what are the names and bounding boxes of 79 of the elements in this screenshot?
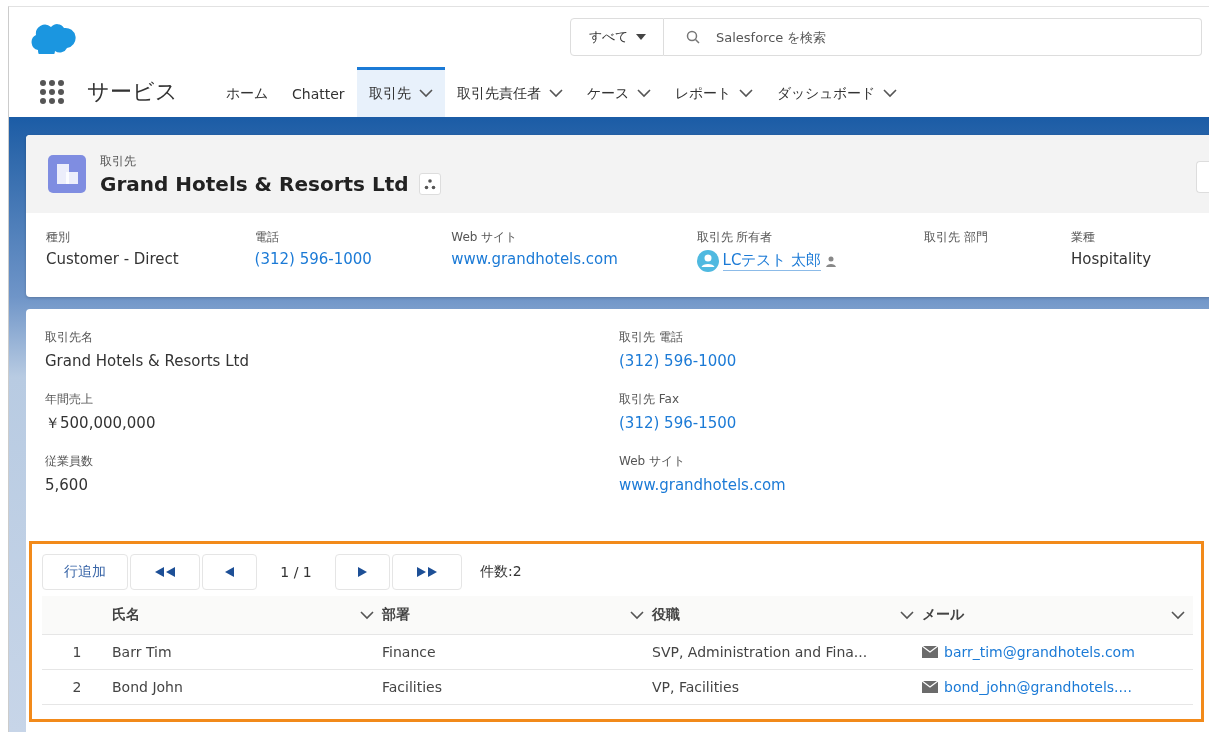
hierarchy-button[interactable] bbox=[418, 172, 441, 195]
field-label: 取引先 電話 bbox=[619, 329, 684, 346]
column-header: 部署 bbox=[382, 606, 410, 624]
email-link[interactable]: bond_john@grandhotels.... bbox=[944, 679, 1132, 695]
search-icon bbox=[686, 30, 700, 44]
field-label: 取引先 所有者 bbox=[696, 229, 774, 246]
app-launcher-icon[interactable] bbox=[39, 79, 65, 105]
record-count: 件数:2 bbox=[480, 563, 522, 581]
chevron-down-icon[interactable] bbox=[882, 89, 897, 98]
record-title: Grand Hotels & Resorts Ltd bbox=[100, 171, 409, 196]
app-name: サービス bbox=[87, 78, 178, 106]
next-page-button[interactable] bbox=[335, 554, 390, 590]
chevron-down-icon[interactable] bbox=[738, 89, 753, 98]
field-label: Web サイト bbox=[619, 453, 686, 470]
nav-tab[interactable]: 取引先責任者 bbox=[444, 67, 575, 117]
hierarchy-icon bbox=[423, 177, 436, 190]
title-cell-text: VP, Facilities bbox=[652, 679, 740, 695]
field-label: 電話 bbox=[254, 229, 280, 246]
first-page-button[interactable] bbox=[130, 554, 200, 590]
field-link[interactable]: (312) 596-1000 bbox=[254, 250, 452, 268]
chevron-down-icon[interactable] bbox=[360, 610, 374, 620]
field-link[interactable]: (312) 596-1000 bbox=[619, 352, 1209, 370]
field-link[interactable]: www.grandhotels.com bbox=[451, 250, 697, 268]
field-label: 従業員数 bbox=[45, 453, 94, 470]
envelope-icon bbox=[922, 681, 938, 693]
department-cell-text: Facilities bbox=[382, 679, 443, 695]
chevron-down-icon[interactable] bbox=[418, 89, 433, 98]
search-field[interactable]: Salesforce を検索 bbox=[664, 18, 1202, 56]
add-row-button[interactable]: 行追加 bbox=[42, 554, 128, 590]
previous-page-button[interactable] bbox=[202, 554, 257, 590]
chevron-down-icon[interactable] bbox=[630, 610, 644, 620]
field-value: 5,600 bbox=[45, 476, 89, 494]
title-cell-text: SVP, Administration and Fina... bbox=[652, 644, 869, 660]
email-link[interactable]: barr_tim@grandhotels.com bbox=[944, 644, 1135, 660]
nav-tab[interactable]: ケース bbox=[574, 67, 663, 117]
last-page-button[interactable] bbox=[392, 554, 462, 590]
nav-tab[interactable]: 取引先 bbox=[356, 67, 445, 117]
field-value: ￥500,000,000 bbox=[45, 414, 157, 433]
column-header: 氏名 bbox=[112, 606, 140, 624]
owner-link[interactable]: LCテスト 太郎 bbox=[722, 251, 822, 271]
row-number: 1 bbox=[71, 644, 83, 660]
nav-tab[interactable]: ホーム bbox=[214, 67, 280, 117]
double-right-triangle-icon bbox=[416, 567, 438, 577]
name-cell-text: Barr Tim bbox=[112, 644, 173, 660]
department-cell-text: Finance bbox=[382, 644, 437, 660]
chevron-down-icon[interactable] bbox=[548, 89, 563, 98]
column-header: 役職 bbox=[652, 606, 680, 624]
page-indicator: 1 / 1 bbox=[279, 564, 313, 580]
search-scope-dropdown[interactable]: すべて bbox=[570, 18, 664, 56]
name-cell-text: Bond John bbox=[112, 679, 184, 695]
right-triangle-icon bbox=[357, 567, 368, 577]
account-icon bbox=[48, 155, 86, 193]
field-label: 種別 bbox=[46, 229, 71, 246]
field-label: 業種 bbox=[1070, 229, 1096, 246]
change-owner-icon[interactable] bbox=[825, 254, 838, 268]
field-value: Customer - Direct bbox=[46, 250, 180, 268]
field-link[interactable]: (312) 596-1500 bbox=[619, 414, 1209, 432]
nav-tab[interactable]: Chatter bbox=[280, 67, 357, 117]
field-value: Grand Hotels & Resorts Ltd bbox=[45, 352, 250, 370]
chevron-down-icon[interactable] bbox=[900, 610, 914, 620]
column-header: メール bbox=[922, 606, 964, 624]
envelope-icon bbox=[922, 646, 938, 658]
field-link[interactable]: www.grandhotels.com bbox=[619, 476, 1209, 494]
double-left-triangle-icon bbox=[154, 567, 176, 577]
field-label: 取引先 Fax bbox=[619, 391, 681, 408]
chevron-down-icon[interactable] bbox=[636, 89, 651, 98]
nav-tab[interactable]: ダッシュボード bbox=[764, 67, 909, 117]
field-label: 取引先 部門 bbox=[923, 229, 989, 246]
field-label: 取引先名 bbox=[45, 329, 94, 346]
caret-down-icon bbox=[635, 34, 646, 40]
left-triangle-icon bbox=[224, 567, 235, 577]
field-label: Web サイト bbox=[451, 229, 519, 246]
nav-tab[interactable]: レポート bbox=[662, 67, 765, 117]
user-avatar-icon bbox=[696, 250, 719, 272]
object-type-label: 取引先 bbox=[100, 152, 137, 170]
row-number: 2 bbox=[71, 679, 83, 695]
field-value: Hospitality bbox=[1070, 250, 1153, 268]
chevron-down-icon[interactable] bbox=[1171, 610, 1185, 620]
field-label: 年間売上 bbox=[45, 391, 94, 408]
